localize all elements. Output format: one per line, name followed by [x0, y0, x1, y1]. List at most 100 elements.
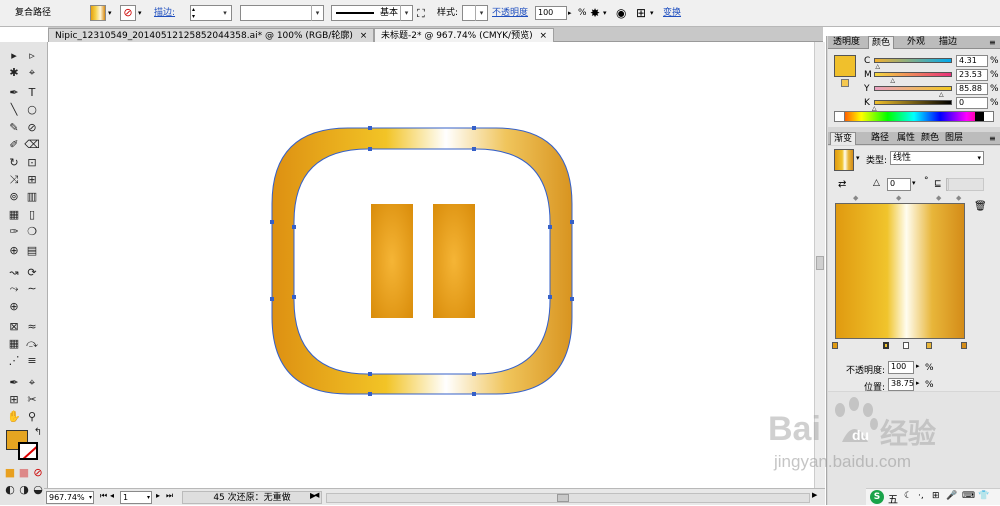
anchor-point[interactable] — [368, 392, 372, 396]
gradient-stop-3[interactable] — [903, 342, 909, 349]
tool-18-1-icon[interactable]: ⌖ — [24, 376, 40, 390]
gradient-preview[interactable] — [835, 203, 965, 339]
midpoint-diamond-1[interactable]: ◆ — [853, 194, 858, 202]
anchor-point[interactable] — [270, 297, 274, 301]
artboard-canvas[interactable] — [48, 42, 814, 488]
keyboard-icon[interactable]: ⌨ — [962, 491, 975, 501]
stroke-color-chip[interactable] — [841, 79, 849, 87]
tool-9-1-icon[interactable]: ▯ — [24, 208, 40, 222]
channel-slider-c[interactable] — [874, 58, 952, 63]
panel-menu-icon[interactable]: ≡ — [986, 36, 999, 49]
tool-14-0-icon[interactable]: ⊕ — [6, 300, 22, 314]
anchor-point[interactable] — [270, 220, 274, 224]
tool-11-1-icon[interactable]: ▤ — [24, 244, 40, 258]
tool-8-1-icon[interactable]: ▥ — [24, 190, 40, 204]
gradient-type-dropdown[interactable]: 线性 ▾ — [890, 151, 984, 165]
color-spectrum[interactable] — [834, 111, 994, 122]
tool-7-1-icon[interactable]: ⊞ — [24, 173, 40, 187]
channel-slider-thumb[interactable]: △ — [890, 77, 895, 84]
close-icon[interactable]: × — [539, 31, 547, 41]
stroke-swatch-none-icon[interactable]: ⊘ — [120, 5, 136, 21]
anchor-point[interactable] — [548, 295, 552, 299]
punctuation-icon[interactable]: ☾ — [904, 491, 912, 501]
reverse-gradient-icon[interactable]: ⇄ — [838, 179, 846, 190]
pause-bar-left[interactable] — [371, 204, 413, 318]
delete-stop-icon[interactable]: 🗑 — [974, 201, 987, 212]
scroll-left-icon[interactable]: ◀ — [314, 491, 319, 499]
tool-1-0-icon[interactable]: ✱ — [6, 66, 22, 80]
tool-19-0-icon[interactable]: ⊞ — [6, 393, 22, 407]
stop-location-dropdown-icon[interactable]: ▸ — [916, 379, 920, 387]
grid-icon[interactable]: ⊞ — [932, 491, 940, 501]
gradient-angle-input[interactable]: 0 — [887, 178, 911, 191]
tool-5-0-icon[interactable]: ✐ — [6, 138, 22, 152]
tool-11-0-icon[interactable]: ⊕ — [6, 244, 22, 258]
tool-7-0-icon[interactable]: ⤨ — [6, 173, 22, 187]
zoom-dropdown[interactable]: 967.74% ▾ — [46, 491, 94, 504]
tool-20-1-icon[interactable]: ⚲ — [24, 410, 40, 424]
gradient-stop-4[interactable] — [926, 342, 932, 349]
opacity-input[interactable]: 100 — [535, 6, 567, 20]
gradient-thumbnail[interactable] — [834, 149, 854, 171]
tool-20-0-icon[interactable]: ✋ — [6, 410, 22, 424]
tab-document-2[interactable]: 未标题-2* @ 967.74% (CMYK/预览) × — [374, 28, 555, 42]
tool-16-0-icon[interactable]: ▦ — [6, 337, 22, 351]
anchor-point[interactable] — [368, 147, 372, 151]
isolate-icon[interactable]: ◉ — [616, 0, 626, 27]
anchor-point[interactable] — [472, 372, 476, 376]
channel-slider-thumb[interactable]: △ — [875, 63, 880, 70]
variable-width-dropdown[interactable]: ▾ — [240, 5, 324, 21]
microphone-icon[interactable]: 🎤 — [946, 491, 957, 501]
stroke-link[interactable]: 描边: — [154, 0, 175, 27]
anchor-point[interactable] — [570, 220, 574, 224]
close-icon[interactable]: × — [360, 31, 368, 41]
stop-opacity-input[interactable]: 100 — [888, 361, 914, 374]
anchor-point[interactable] — [368, 126, 372, 130]
channel-value-m[interactable]: 23.53 — [956, 69, 988, 81]
tab-document-1[interactable]: Nipic_12310549_20140512125852044358.ai* … — [48, 28, 375, 42]
stop-opacity-dropdown-icon[interactable]: ▸ — [916, 362, 920, 370]
recolor-icon[interactable]: ✸ — [590, 0, 600, 27]
tool-3-1-icon[interactable]: ○ — [24, 103, 40, 117]
tab-transparency[interactable]: 透明度 — [830, 36, 863, 49]
horizontal-scroll-thumb[interactable] — [557, 494, 569, 502]
anchor-point[interactable] — [292, 295, 296, 299]
panel-menu-icon[interactable]: ≡ — [986, 132, 999, 145]
ime-mode-label[interactable]: 五 — [888, 491, 898, 506]
tab-appearance[interactable]: 外观 — [904, 36, 928, 49]
stroke-weight-field[interactable]: ▴ ▾ ▾ — [190, 5, 232, 21]
anchor-point[interactable] — [472, 392, 476, 396]
angle-dropdown-icon[interactable]: ▾ — [912, 179, 916, 187]
tab-pathfinder[interactable]: 路径 — [868, 132, 892, 145]
channel-slider-thumb[interactable]: △ — [939, 91, 944, 98]
opacity-dropdown-icon[interactable]: ▸ — [568, 0, 572, 27]
tool-9-0-icon[interactable]: ▦ — [6, 208, 22, 222]
tool-4-1-icon[interactable]: ⊘ — [24, 121, 40, 135]
fill-swatch[interactable] — [90, 5, 106, 21]
midpoint-diamond-4[interactable]: ◆ — [956, 194, 961, 202]
style-dropdown[interactable]: ▾ — [462, 5, 488, 21]
anchor-point[interactable] — [368, 372, 372, 376]
tab-color[interactable]: 颜色 — [868, 36, 895, 49]
vertical-scroll-thumb[interactable] — [816, 256, 824, 270]
gradient-thumbnail-dropdown-icon[interactable]: ▾ — [856, 154, 860, 162]
channel-value-k[interactable]: 0 — [956, 97, 988, 109]
anchor-point[interactable] — [548, 225, 552, 229]
tool-13-0-icon[interactable]: ⤳ — [6, 282, 22, 296]
rounded-frame-shape[interactable] — [272, 128, 572, 394]
tool-17-1-icon[interactable]: ≡ — [24, 354, 40, 368]
midpoint-diamond-3[interactable]: ◆ — [936, 194, 941, 202]
scroll-right-icon[interactable]: ▶ — [812, 491, 817, 499]
anchor-point[interactable] — [472, 147, 476, 151]
anchor-point[interactable] — [570, 297, 574, 301]
tab-layers[interactable]: 图层 — [942, 132, 966, 145]
tool-2-0-icon[interactable]: ✒ — [6, 86, 22, 100]
tool-19-1-icon[interactable]: ✂ — [24, 393, 40, 407]
tool-13-1-icon[interactable]: ∼ — [24, 282, 40, 296]
transform-link[interactable]: 变换 — [663, 0, 681, 27]
horizontal-scrollbar[interactable] — [326, 493, 810, 503]
tool-5-1-icon[interactable]: ⌫ — [24, 138, 40, 152]
channel-slider-m[interactable] — [874, 72, 952, 77]
gradient-stop-5[interactable] — [961, 342, 967, 349]
swap-fill-stroke-icon[interactable]: ↰ — [30, 426, 46, 440]
